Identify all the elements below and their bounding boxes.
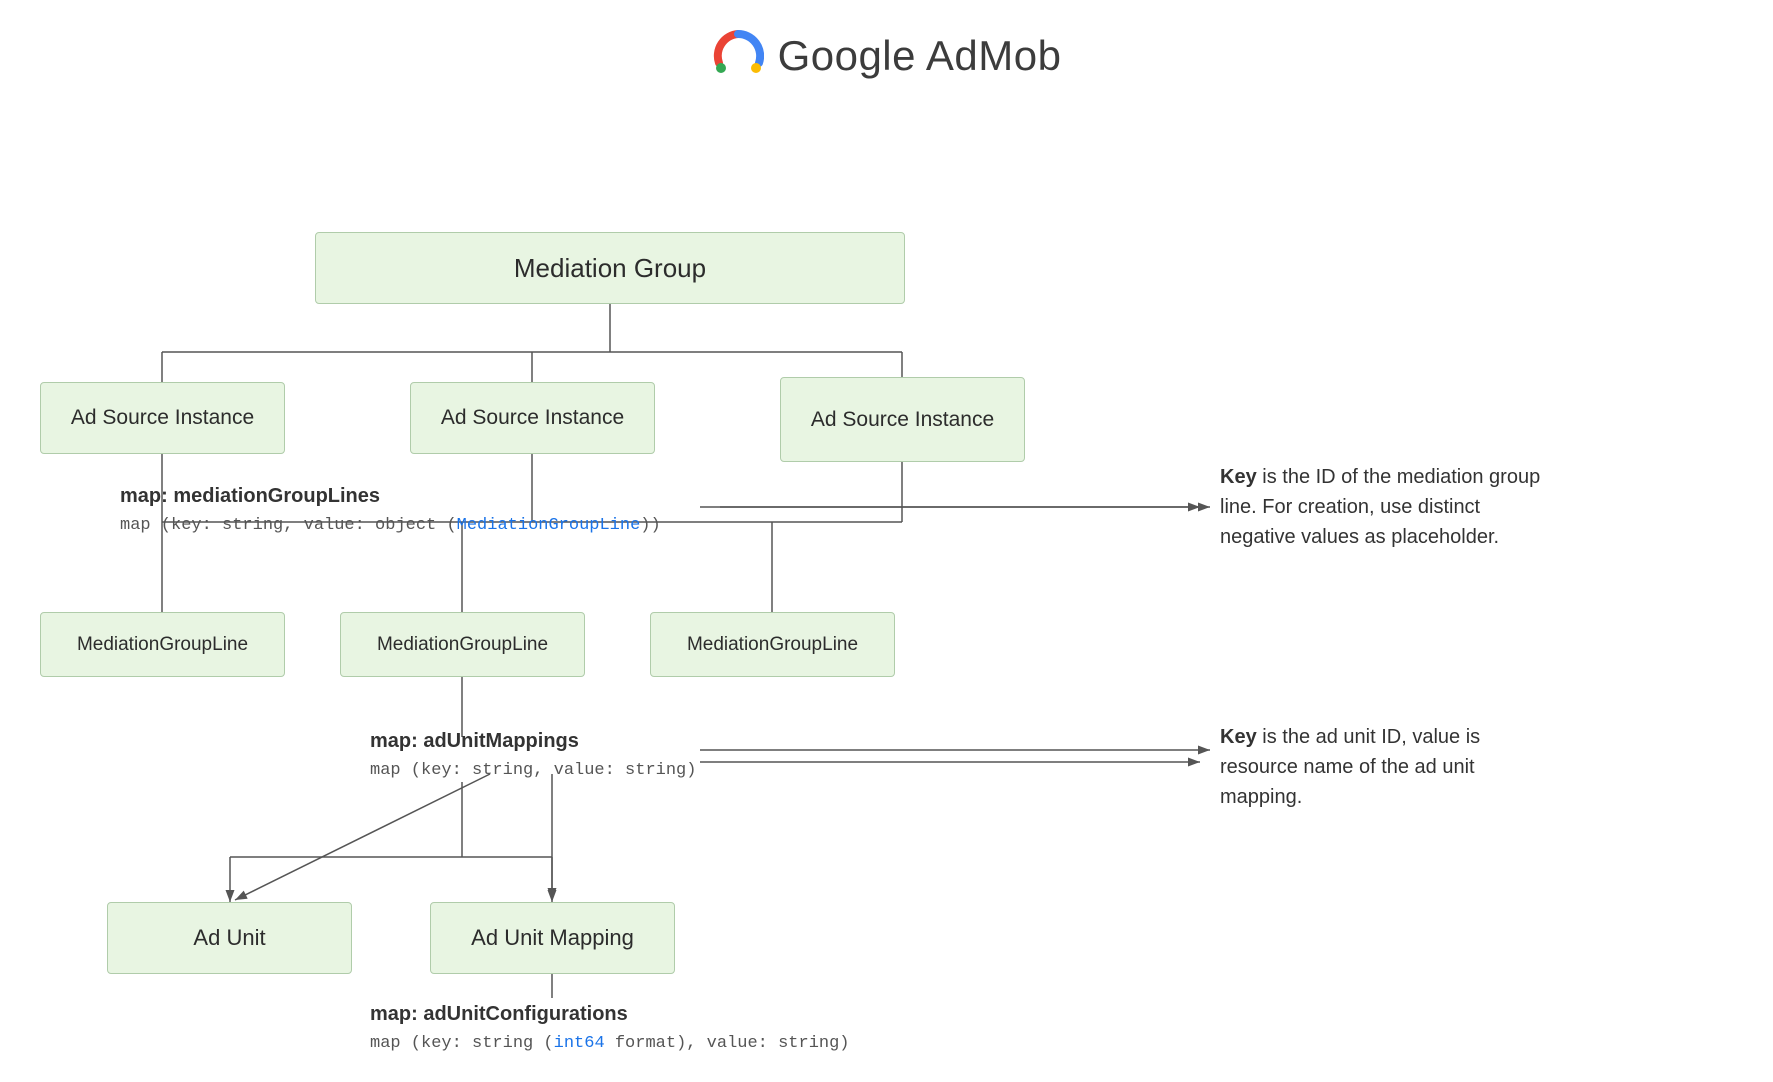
mediation-group-line-1-box: MediationGroupLine bbox=[40, 612, 285, 677]
key-note-1: Key is the ID of the mediation group lin… bbox=[1220, 462, 1560, 552]
map-mediation-lines-label: map: mediationGroupLines map (key: strin… bbox=[120, 482, 661, 538]
page-header: Google AdMob bbox=[0, 0, 1773, 102]
map-ad-unit-mappings-label: map: adUnitMappings map (key: string, va… bbox=[370, 727, 696, 783]
key-note-2: Key is the ad unit ID, value is resource… bbox=[1220, 722, 1560, 812]
page-title: Google AdMob bbox=[778, 32, 1062, 80]
ad-source-instance-2-box: Ad Source Instance bbox=[410, 382, 655, 454]
ad-unit-mapping-box: Ad Unit Mapping bbox=[430, 902, 675, 974]
mediation-group-line-2-box: MediationGroupLine bbox=[340, 612, 585, 677]
ad-unit-box: Ad Unit bbox=[107, 902, 352, 974]
mediation-group-line-3-box: MediationGroupLine bbox=[650, 612, 895, 677]
ad-source-instance-3-box: Ad Source Instance bbox=[780, 377, 1025, 462]
admob-logo-icon bbox=[712, 30, 764, 82]
map-ad-unit-configs-label: map: adUnitConfigurations map (key: stri… bbox=[370, 1000, 850, 1056]
ad-source-instance-1-box: Ad Source Instance bbox=[40, 382, 285, 454]
mediation-group-box: Mediation Group bbox=[315, 232, 905, 304]
diagram-area: Mediation Group Ad Source Instance Ad So… bbox=[0, 102, 1773, 1082]
